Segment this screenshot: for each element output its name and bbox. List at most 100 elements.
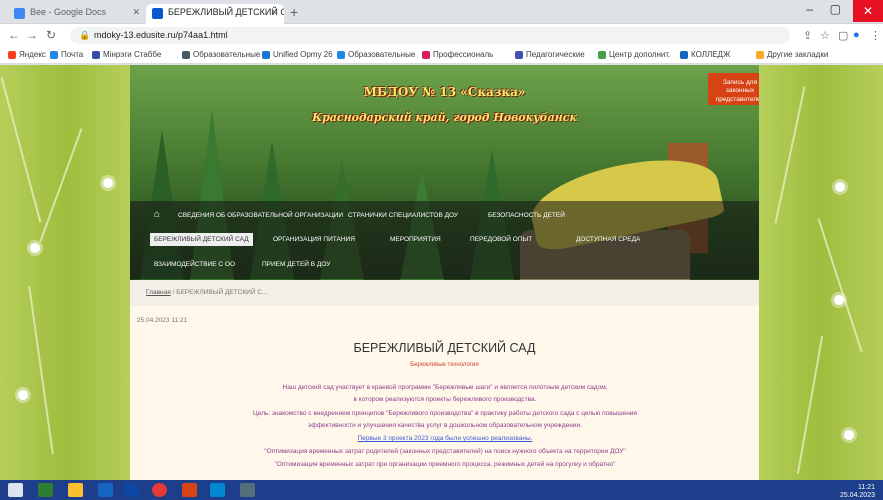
tab-title: Bee - Google Docs xyxy=(30,7,107,17)
flower-decoration xyxy=(844,430,854,440)
docs-favicon-icon xyxy=(14,8,25,19)
enrollment-button[interactable]: Запись для законных представителей xyxy=(708,73,759,105)
browser-toolbar: ← → ↻ 🔒 mdoky-13.edusite.ru/p74aa1.html … xyxy=(0,24,883,47)
decorative-side-left xyxy=(0,65,130,480)
bookmark-item[interactable]: Яндекс xyxy=(8,50,46,59)
bookmark-item[interactable]: Мiнрэги Стаббе xyxy=(92,50,161,59)
breadcrumb-home[interactable]: Главная xyxy=(146,289,171,296)
word-icon[interactable] xyxy=(98,483,113,497)
decorative-side-right xyxy=(759,65,883,480)
main-navigation: ⌂ СВЕДЕНИЯ ОБ ОБРАЗОВАТЕЛЬНОЙ ОРГАНИЗАЦИ… xyxy=(130,201,759,279)
share-icon[interactable]: ⇪ xyxy=(803,29,812,42)
yandex-icon xyxy=(8,51,16,59)
article-paragraph: "Оптимизация временных затрат родителей … xyxy=(264,448,626,455)
leaf-decoration xyxy=(28,285,54,455)
page-viewport[interactable]: МБДОУ № 13 «Сказка» Краснодарский край, … xyxy=(0,65,883,480)
article-paragraph: Цель: знакомство с внедрением принципов … xyxy=(253,410,637,417)
file-explorer-icon[interactable] xyxy=(68,483,83,497)
publish-date: 25.04.2023 11:21 xyxy=(137,317,188,324)
nav-item-about[interactable]: СВЕДЕНИЯ ОБ ОБРАЗОВАТЕЛЬНОЙ ОРГАНИЗАЦИИ xyxy=(178,212,343,219)
leaf-decoration xyxy=(817,218,863,352)
article-paragraph: "Оптимизация временных затрат при органи… xyxy=(274,461,616,468)
bookmark-icon xyxy=(262,51,270,59)
header-banner: МБДОУ № 13 «Сказка» Краснодарский край, … xyxy=(130,65,759,280)
tab-close-icon[interactable]: ✕ xyxy=(132,7,140,18)
bookmark-icon xyxy=(680,51,688,59)
maximize-icon[interactable]: ▢ xyxy=(830,2,841,16)
bookmark-item[interactable]: Почта xyxy=(50,50,83,59)
start-icon[interactable] xyxy=(8,483,23,497)
clock-time: 11:21 xyxy=(858,484,875,491)
nav-item-events[interactable]: МЕРОПРИЯТИЯ xyxy=(390,236,441,243)
minimize-icon[interactable]: – xyxy=(806,2,813,16)
bookmark-star-icon[interactable]: ☆ xyxy=(820,29,830,42)
bookmarks-bar: Яндекс Почта Мiнрэги Стаббе Образователь… xyxy=(0,47,883,64)
bookmark-icon xyxy=(337,51,345,59)
sidepanel-icon[interactable]: ▢ xyxy=(838,29,848,42)
flower-decoration xyxy=(834,295,844,305)
browser-tab-active[interactable]: БЕРЕЖЛИВЫЙ ДЕТСКИЙ САД ✕ xyxy=(146,4,284,24)
tab-title: БЕРЕЖЛИВЫЙ ДЕТСКИЙ САД xyxy=(168,7,284,17)
edge-icon[interactable] xyxy=(210,483,225,497)
flower-decoration xyxy=(30,243,40,253)
nav-item-specialists[interactable]: СТРАНИЧКИ СПЕЦИАЛИСТОВ ДОУ xyxy=(348,212,458,219)
cta-label: Запись для законных представителей xyxy=(715,79,759,103)
nav-item-nutrition[interactable]: ОРГАНИЗАЦИЯ ПИТАНИЯ xyxy=(273,236,355,243)
article-link[interactable]: Первые 3 проекта 2023 года были успешно … xyxy=(170,434,720,444)
browser-tab[interactable]: Bee - Google Docs ✕ xyxy=(8,4,146,24)
bookmark-icon xyxy=(515,51,523,59)
clock-date: 25.04.2023 xyxy=(839,491,875,499)
bookmark-item[interactable]: Unified Opmy 26 xyxy=(262,50,333,59)
system-clock[interactable]: 11:21 25.04.2023 xyxy=(840,484,875,499)
bookmark-item[interactable]: Педагогические xyxy=(515,50,585,59)
nav-item-cooperation[interactable]: ВЗАИМОДЕЙСТВИЕ С ОО xyxy=(154,261,235,268)
bookmark-item[interactable]: Образовательные xyxy=(337,50,415,59)
browser-tabstrip: Bee - Google Docs ✕ БЕРЕЖЛИВЫЙ ДЕТСКИЙ С… xyxy=(0,0,883,24)
nav-item-admission[interactable]: ПРИЕМ ДЕТЕЙ В ДОУ xyxy=(262,261,330,268)
new-tab-icon[interactable]: + xyxy=(290,4,298,20)
bookmark-item[interactable]: КОЛЛЕДЖ xyxy=(680,50,730,59)
nav-item-safety[interactable]: БЕЗОПАСНОСТЬ ДЕТЕЙ xyxy=(488,212,565,219)
page-subtitle: Бережливые технологии xyxy=(410,362,479,368)
address-bar[interactable]: 🔒 mdoky-13.edusite.ru/p74aa1.html xyxy=(70,27,790,44)
outlook-icon[interactable] xyxy=(124,483,139,497)
bookmark-icon xyxy=(92,51,100,59)
lock-icon: 🔒 xyxy=(79,30,91,40)
bookmark-item[interactable]: Центр дополнит. xyxy=(598,50,670,59)
taskbar: 11:21 25.04.2023 xyxy=(0,480,883,500)
article-paragraph: эффективности и улучшения качества услуг… xyxy=(308,422,582,429)
tab-close-icon[interactable]: ✕ xyxy=(270,7,278,18)
article-paragraph: Наш детский сад участвует в краевой прог… xyxy=(282,384,608,391)
site-title[interactable]: МБДОУ № 13 «Сказка» xyxy=(130,85,759,99)
bookmark-item[interactable]: Образовательные xyxy=(182,50,260,59)
menu-icon[interactable]: ⋮ xyxy=(870,29,881,42)
main-content: МБДОУ № 13 «Сказка» Краснодарский край, … xyxy=(130,65,759,480)
url-text: mdoky-13.edusite.ru/p74aa1.html xyxy=(94,30,228,40)
reload-icon[interactable]: ↻ xyxy=(46,28,56,42)
powerpoint-icon[interactable] xyxy=(182,483,197,497)
bookmark-icon xyxy=(422,51,430,59)
flower-decoration xyxy=(103,178,113,188)
profile-icon[interactable]: ● xyxy=(853,29,860,41)
nav-item-lean-kindergarten[interactable]: БЕРЕЖЛИВЫЙ ДЕТСКИЙ САД xyxy=(150,233,253,246)
close-window-icon[interactable]: ✕ xyxy=(853,0,883,22)
flower-decoration xyxy=(835,182,845,192)
breadcrumb: Главная / БЕРЕЖЛИВЫЙ ДЕТСКИЙ С... xyxy=(130,280,759,306)
home-icon[interactable]: ⌂ xyxy=(154,209,160,220)
site-favicon-icon xyxy=(152,8,163,19)
flower-decoration xyxy=(18,390,28,400)
app-icon[interactable] xyxy=(38,483,53,497)
chrome-icon[interactable] xyxy=(152,483,167,497)
breadcrumb-current: БЕРЕЖЛИВЫЙ ДЕТСКИЙ С... xyxy=(176,289,268,296)
leaf-decoration xyxy=(39,128,83,242)
forward-icon[interactable]: → xyxy=(26,28,38,42)
back-icon[interactable]: ← xyxy=(8,28,20,42)
bookmark-item[interactable]: Профессиональ xyxy=(422,50,493,59)
site-subtitle: Краснодарский край, город Новокубанск xyxy=(312,111,577,124)
nav-item-experience[interactable]: ПЕРЕДОВОЙ ОПЫТ xyxy=(470,236,532,243)
app-icon[interactable] xyxy=(240,483,255,497)
mail-icon xyxy=(50,51,58,59)
bookmark-item[interactable]: Другие закладки xyxy=(756,50,828,59)
page-title: БЕРЕЖЛИВЫЙ ДЕТСКИЙ САД xyxy=(353,341,536,355)
nav-item-accessibility[interactable]: ДОСТУПНАЯ СРЕДА xyxy=(576,236,640,243)
